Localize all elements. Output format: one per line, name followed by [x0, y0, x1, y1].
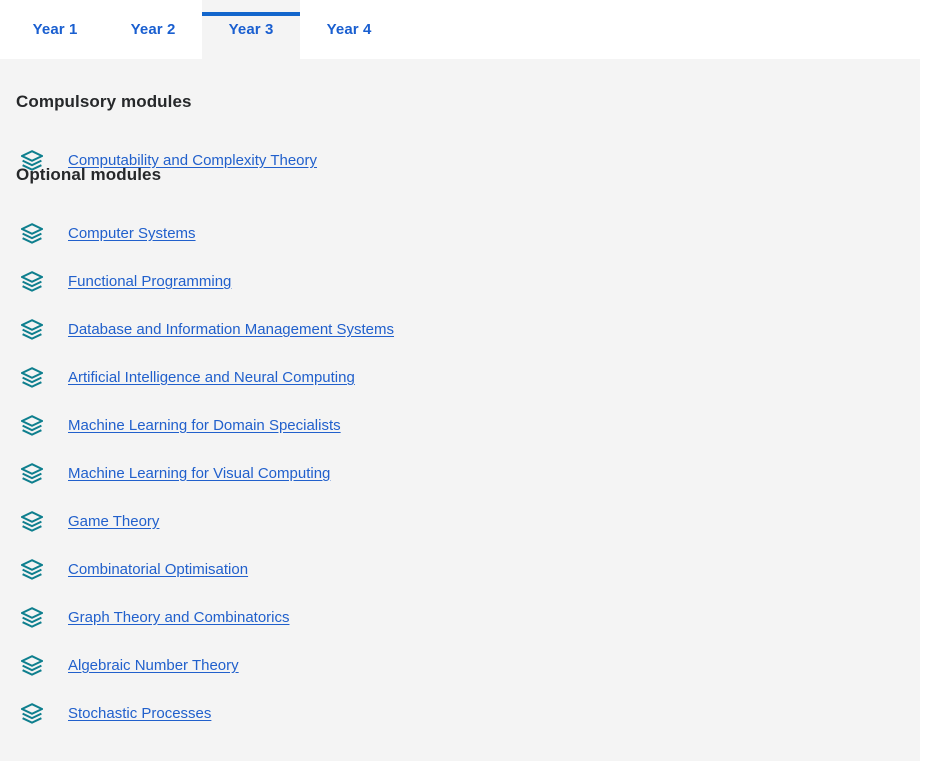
module-list-item: Machine Learning for Visual Computing: [0, 450, 920, 498]
layers-icon: [19, 223, 45, 245]
module-list-item: Computer Systems: [0, 210, 920, 258]
module-link[interactable]: Database and Information Management Syst…: [68, 321, 394, 339]
module-list-item: Game Theory: [0, 498, 920, 546]
tab-year-3[interactable]: Year 3: [202, 0, 300, 59]
layers-icon: [19, 511, 45, 533]
module-link[interactable]: Machine Learning for Visual Computing: [68, 465, 330, 483]
layers-icon: [19, 559, 45, 581]
module-list-item: Stochastic Processes: [0, 690, 920, 738]
layers-icon: [19, 367, 45, 389]
layers-icon: [19, 415, 45, 437]
tab-year-4[interactable]: Year 4: [300, 0, 398, 59]
tab-year-2[interactable]: Year 2: [104, 0, 202, 59]
module-list-item: Artificial Intelligence and Neural Compu…: [0, 354, 920, 402]
module-link[interactable]: Computer Systems: [68, 225, 196, 243]
layers-icon: [19, 703, 45, 725]
module-list-item: Database and Information Management Syst…: [0, 306, 920, 354]
module-link[interactable]: Artificial Intelligence and Neural Compu…: [68, 369, 355, 387]
optional-modules-heading: Optional modules: [16, 165, 162, 184]
module-list-item: Graph Theory and Combinatorics: [0, 594, 920, 642]
layers-icon: [19, 271, 45, 293]
module-link[interactable]: Stochastic Processes: [68, 705, 211, 723]
layers-icon: [19, 463, 45, 485]
module-list-item: Functional Programming: [0, 258, 920, 306]
compulsory-modules-heading: Compulsory modules: [16, 92, 192, 111]
module-link[interactable]: Combinatorial Optimisation: [68, 561, 248, 579]
module-link[interactable]: Graph Theory and Combinatorics: [68, 609, 290, 627]
year-tab-bar: Year 1 Year 2 Year 3 Year 4: [0, 0, 930, 59]
module-link[interactable]: Game Theory: [68, 513, 159, 531]
optional-modules-list: Computer Systems Functional Programming Da…: [0, 210, 920, 738]
module-listing-page: Year 1 Year 2 Year 3 Year 4 Compulsory modu…: [0, 0, 930, 761]
module-list-item: Combinatorial Optimisation: [0, 546, 920, 594]
module-list-item: Algebraic Number Theory: [0, 642, 920, 690]
layers-icon: [19, 655, 45, 677]
layers-icon: [19, 607, 45, 629]
module-link[interactable]: Machine Learning for Domain Specialists: [68, 417, 341, 435]
module-list-item: Machine Learning for Domain Specialists: [0, 402, 920, 450]
module-link[interactable]: Algebraic Number Theory: [68, 657, 239, 675]
layers-icon: [19, 319, 45, 341]
modules-panel: Compulsory modules Computability and Com…: [0, 59, 920, 761]
tab-year-1[interactable]: Year 1: [6, 0, 104, 59]
module-link[interactable]: Functional Programming: [68, 273, 231, 291]
